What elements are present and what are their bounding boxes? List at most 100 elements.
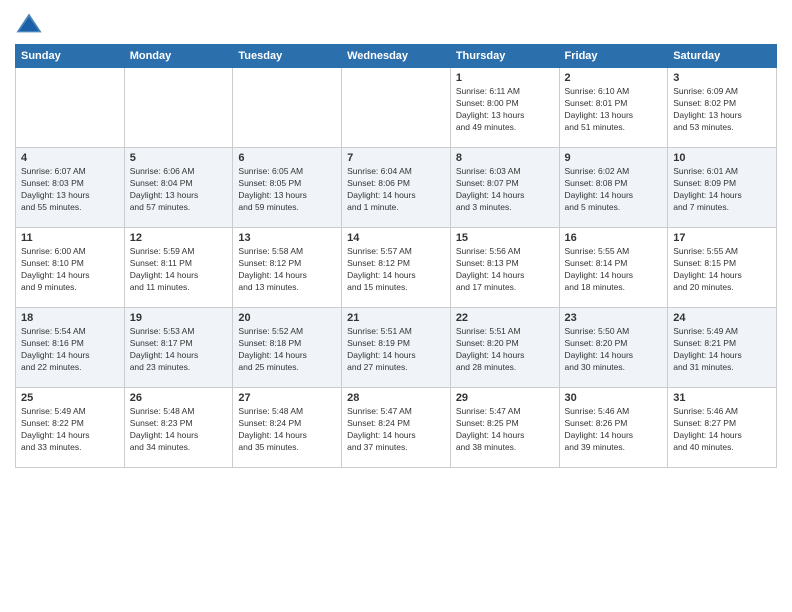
- day-number: 19: [130, 312, 228, 324]
- calendar-cell: 13 Sunrise: 5:58 AM Sunset: 8:12 PM Dayli…: [233, 228, 342, 308]
- day-info: Sunrise: 5:54 AM Sunset: 8:16 PM Dayligh…: [21, 326, 119, 374]
- calendar-cell: 3 Sunrise: 6:09 AM Sunset: 8:02 PM Daylig…: [668, 68, 777, 148]
- calendar-cell: 16 Sunrise: 5:55 AM Sunset: 8:14 PM Dayli…: [559, 228, 668, 308]
- calendar-cell: 22 Sunrise: 5:51 AM Sunset: 8:20 PM Dayli…: [450, 308, 559, 388]
- calendar-header-saturday: Saturday: [668, 45, 777, 68]
- day-number: 3: [673, 72, 771, 84]
- day-info: Sunrise: 5:59 AM Sunset: 8:11 PM Dayligh…: [130, 246, 228, 294]
- day-info: Sunrise: 5:58 AM Sunset: 8:12 PM Dayligh…: [238, 246, 336, 294]
- day-number: 17: [673, 232, 771, 244]
- day-info: Sunrise: 5:56 AM Sunset: 8:13 PM Dayligh…: [456, 246, 554, 294]
- calendar-cell: 5 Sunrise: 6:06 AM Sunset: 8:04 PM Daylig…: [124, 148, 233, 228]
- calendar-cell: 7 Sunrise: 6:04 AM Sunset: 8:06 PM Daylig…: [342, 148, 451, 228]
- day-number: 31: [673, 392, 771, 404]
- calendar-header-wednesday: Wednesday: [342, 45, 451, 68]
- day-info: Sunrise: 6:04 AM Sunset: 8:06 PM Dayligh…: [347, 166, 445, 214]
- day-number: 7: [347, 152, 445, 164]
- day-info: Sunrise: 6:03 AM Sunset: 8:07 PM Dayligh…: [456, 166, 554, 214]
- day-number: 14: [347, 232, 445, 244]
- calendar-cell: 23 Sunrise: 5:50 AM Sunset: 8:20 PM Dayli…: [559, 308, 668, 388]
- day-number: 10: [673, 152, 771, 164]
- calendar-header-row: SundayMondayTuesdayWednesdayThursdayFrid…: [16, 45, 777, 68]
- day-number: 2: [565, 72, 663, 84]
- day-number: 22: [456, 312, 554, 324]
- day-info: Sunrise: 5:50 AM Sunset: 8:20 PM Dayligh…: [565, 326, 663, 374]
- calendar-week-4: 18 Sunrise: 5:54 AM Sunset: 8:16 PM Dayli…: [16, 308, 777, 388]
- day-number: 20: [238, 312, 336, 324]
- day-info: Sunrise: 5:55 AM Sunset: 8:14 PM Dayligh…: [565, 246, 663, 294]
- day-info: Sunrise: 5:47 AM Sunset: 8:24 PM Dayligh…: [347, 406, 445, 454]
- day-number: 12: [130, 232, 228, 244]
- calendar-cell: 27Sunrise: 5:48 AM Sunset: 8:24 PM Dayli…: [233, 388, 342, 468]
- calendar-week-3: 11Sunrise: 6:00 AM Sunset: 8:10 PM Dayli…: [16, 228, 777, 308]
- calendar-cell: 18 Sunrise: 5:54 AM Sunset: 8:16 PM Dayli…: [16, 308, 125, 388]
- day-number: 24: [673, 312, 771, 324]
- day-info: Sunrise: 5:57 AM Sunset: 8:12 PM Dayligh…: [347, 246, 445, 294]
- page: SundayMondayTuesdayWednesdayThursdayFrid…: [0, 0, 792, 612]
- calendar-cell: 9 Sunrise: 6:02 AM Sunset: 8:08 PM Daylig…: [559, 148, 668, 228]
- day-info: Sunrise: 6:02 AM Sunset: 8:08 PM Dayligh…: [565, 166, 663, 214]
- calendar-week-1: 1 Sunrise: 6:11 AM Sunset: 8:00 PM Daylig…: [16, 68, 777, 148]
- day-number: 1: [456, 72, 554, 84]
- calendar-cell: 1 Sunrise: 6:11 AM Sunset: 8:00 PM Daylig…: [450, 68, 559, 148]
- day-number: 4: [21, 152, 119, 164]
- calendar-cell: 6 Sunrise: 6:05 AM Sunset: 8:05 PM Daylig…: [233, 148, 342, 228]
- day-info: Sunrise: 6:01 AM Sunset: 8:09 PM Dayligh…: [673, 166, 771, 214]
- day-number: 23: [565, 312, 663, 324]
- day-info: Sunrise: 6:05 AM Sunset: 8:05 PM Dayligh…: [238, 166, 336, 214]
- calendar-cell: 8Sunrise: 6:03 AM Sunset: 8:07 PM Daylig…: [450, 148, 559, 228]
- calendar-header-monday: Monday: [124, 45, 233, 68]
- day-info: Sunrise: 5:51 AM Sunset: 8:19 PM Dayligh…: [347, 326, 445, 374]
- calendar-cell: 4Sunrise: 6:07 AM Sunset: 8:03 PM Daylig…: [16, 148, 125, 228]
- day-number: 13: [238, 232, 336, 244]
- calendar-cell: 12 Sunrise: 5:59 AM Sunset: 8:11 PM Dayli…: [124, 228, 233, 308]
- day-number: 26: [130, 392, 228, 404]
- day-info: Sunrise: 5:53 AM Sunset: 8:17 PM Dayligh…: [130, 326, 228, 374]
- calendar-cell: 17 Sunrise: 5:55 AM Sunset: 8:15 PM Dayli…: [668, 228, 777, 308]
- generalblue-icon: [15, 10, 43, 38]
- day-info: Sunrise: 6:11 AM Sunset: 8:00 PM Dayligh…: [456, 86, 554, 134]
- calendar-cell: 28Sunrise: 5:47 AM Sunset: 8:24 PM Dayli…: [342, 388, 451, 468]
- day-info: Sunrise: 6:09 AM Sunset: 8:02 PM Dayligh…: [673, 86, 771, 134]
- day-number: 30: [565, 392, 663, 404]
- day-info: Sunrise: 5:52 AM Sunset: 8:18 PM Dayligh…: [238, 326, 336, 374]
- calendar-cell: 19 Sunrise: 5:53 AM Sunset: 8:17 PM Dayli…: [124, 308, 233, 388]
- calendar-header-sunday: Sunday: [16, 45, 125, 68]
- day-number: 6: [238, 152, 336, 164]
- day-info: Sunrise: 6:10 AM Sunset: 8:01 PM Dayligh…: [565, 86, 663, 134]
- day-info: Sunrise: 5:49 AM Sunset: 8:21 PM Dayligh…: [673, 326, 771, 374]
- calendar-cell: 15 Sunrise: 5:56 AM Sunset: 8:13 PM Dayli…: [450, 228, 559, 308]
- day-number: 29: [456, 392, 554, 404]
- calendar-header-tuesday: Tuesday: [233, 45, 342, 68]
- day-info: Sunrise: 5:51 AM Sunset: 8:20 PM Dayligh…: [456, 326, 554, 374]
- day-info: Sunrise: 5:55 AM Sunset: 8:15 PM Dayligh…: [673, 246, 771, 294]
- calendar: SundayMondayTuesdayWednesdayThursdayFrid…: [15, 44, 777, 468]
- calendar-cell: 20 Sunrise: 5:52 AM Sunset: 8:18 PM Dayli…: [233, 308, 342, 388]
- day-info: Sunrise: 5:46 AM Sunset: 8:27 PM Dayligh…: [673, 406, 771, 454]
- day-number: 18: [21, 312, 119, 324]
- calendar-cell: 25 Sunrise: 5:49 AM Sunset: 8:22 PM Dayli…: [16, 388, 125, 468]
- day-info: Sunrise: 5:48 AM Sunset: 8:24 PM Dayligh…: [238, 406, 336, 454]
- calendar-week-2: 4Sunrise: 6:07 AM Sunset: 8:03 PM Daylig…: [16, 148, 777, 228]
- calendar-cell: 24 Sunrise: 5:49 AM Sunset: 8:21 PM Dayli…: [668, 308, 777, 388]
- day-number: 9: [565, 152, 663, 164]
- day-info: Sunrise: 5:48 AM Sunset: 8:23 PM Dayligh…: [130, 406, 228, 454]
- calendar-cell: 29Sunrise: 5:47 AM Sunset: 8:25 PM Dayli…: [450, 388, 559, 468]
- header: [15, 10, 777, 38]
- calendar-cell: 2 Sunrise: 6:10 AM Sunset: 8:01 PM Daylig…: [559, 68, 668, 148]
- calendar-cell: 30Sunrise: 5:46 AM Sunset: 8:26 PM Dayli…: [559, 388, 668, 468]
- logo: [15, 10, 45, 38]
- day-info: Sunrise: 6:06 AM Sunset: 8:04 PM Dayligh…: [130, 166, 228, 214]
- day-info: Sunrise: 5:49 AM Sunset: 8:22 PM Dayligh…: [21, 406, 119, 454]
- calendar-cell: 21 Sunrise: 5:51 AM Sunset: 8:19 PM Dayli…: [342, 308, 451, 388]
- day-number: 16: [565, 232, 663, 244]
- day-number: 5: [130, 152, 228, 164]
- day-number: 15: [456, 232, 554, 244]
- calendar-cell: 10 Sunrise: 6:01 AM Sunset: 8:09 PM Dayli…: [668, 148, 777, 228]
- calendar-week-5: 25 Sunrise: 5:49 AM Sunset: 8:22 PM Dayli…: [16, 388, 777, 468]
- calendar-cell: [124, 68, 233, 148]
- day-number: 25: [21, 392, 119, 404]
- calendar-cell: [233, 68, 342, 148]
- calendar-header-thursday: Thursday: [450, 45, 559, 68]
- day-number: 21: [347, 312, 445, 324]
